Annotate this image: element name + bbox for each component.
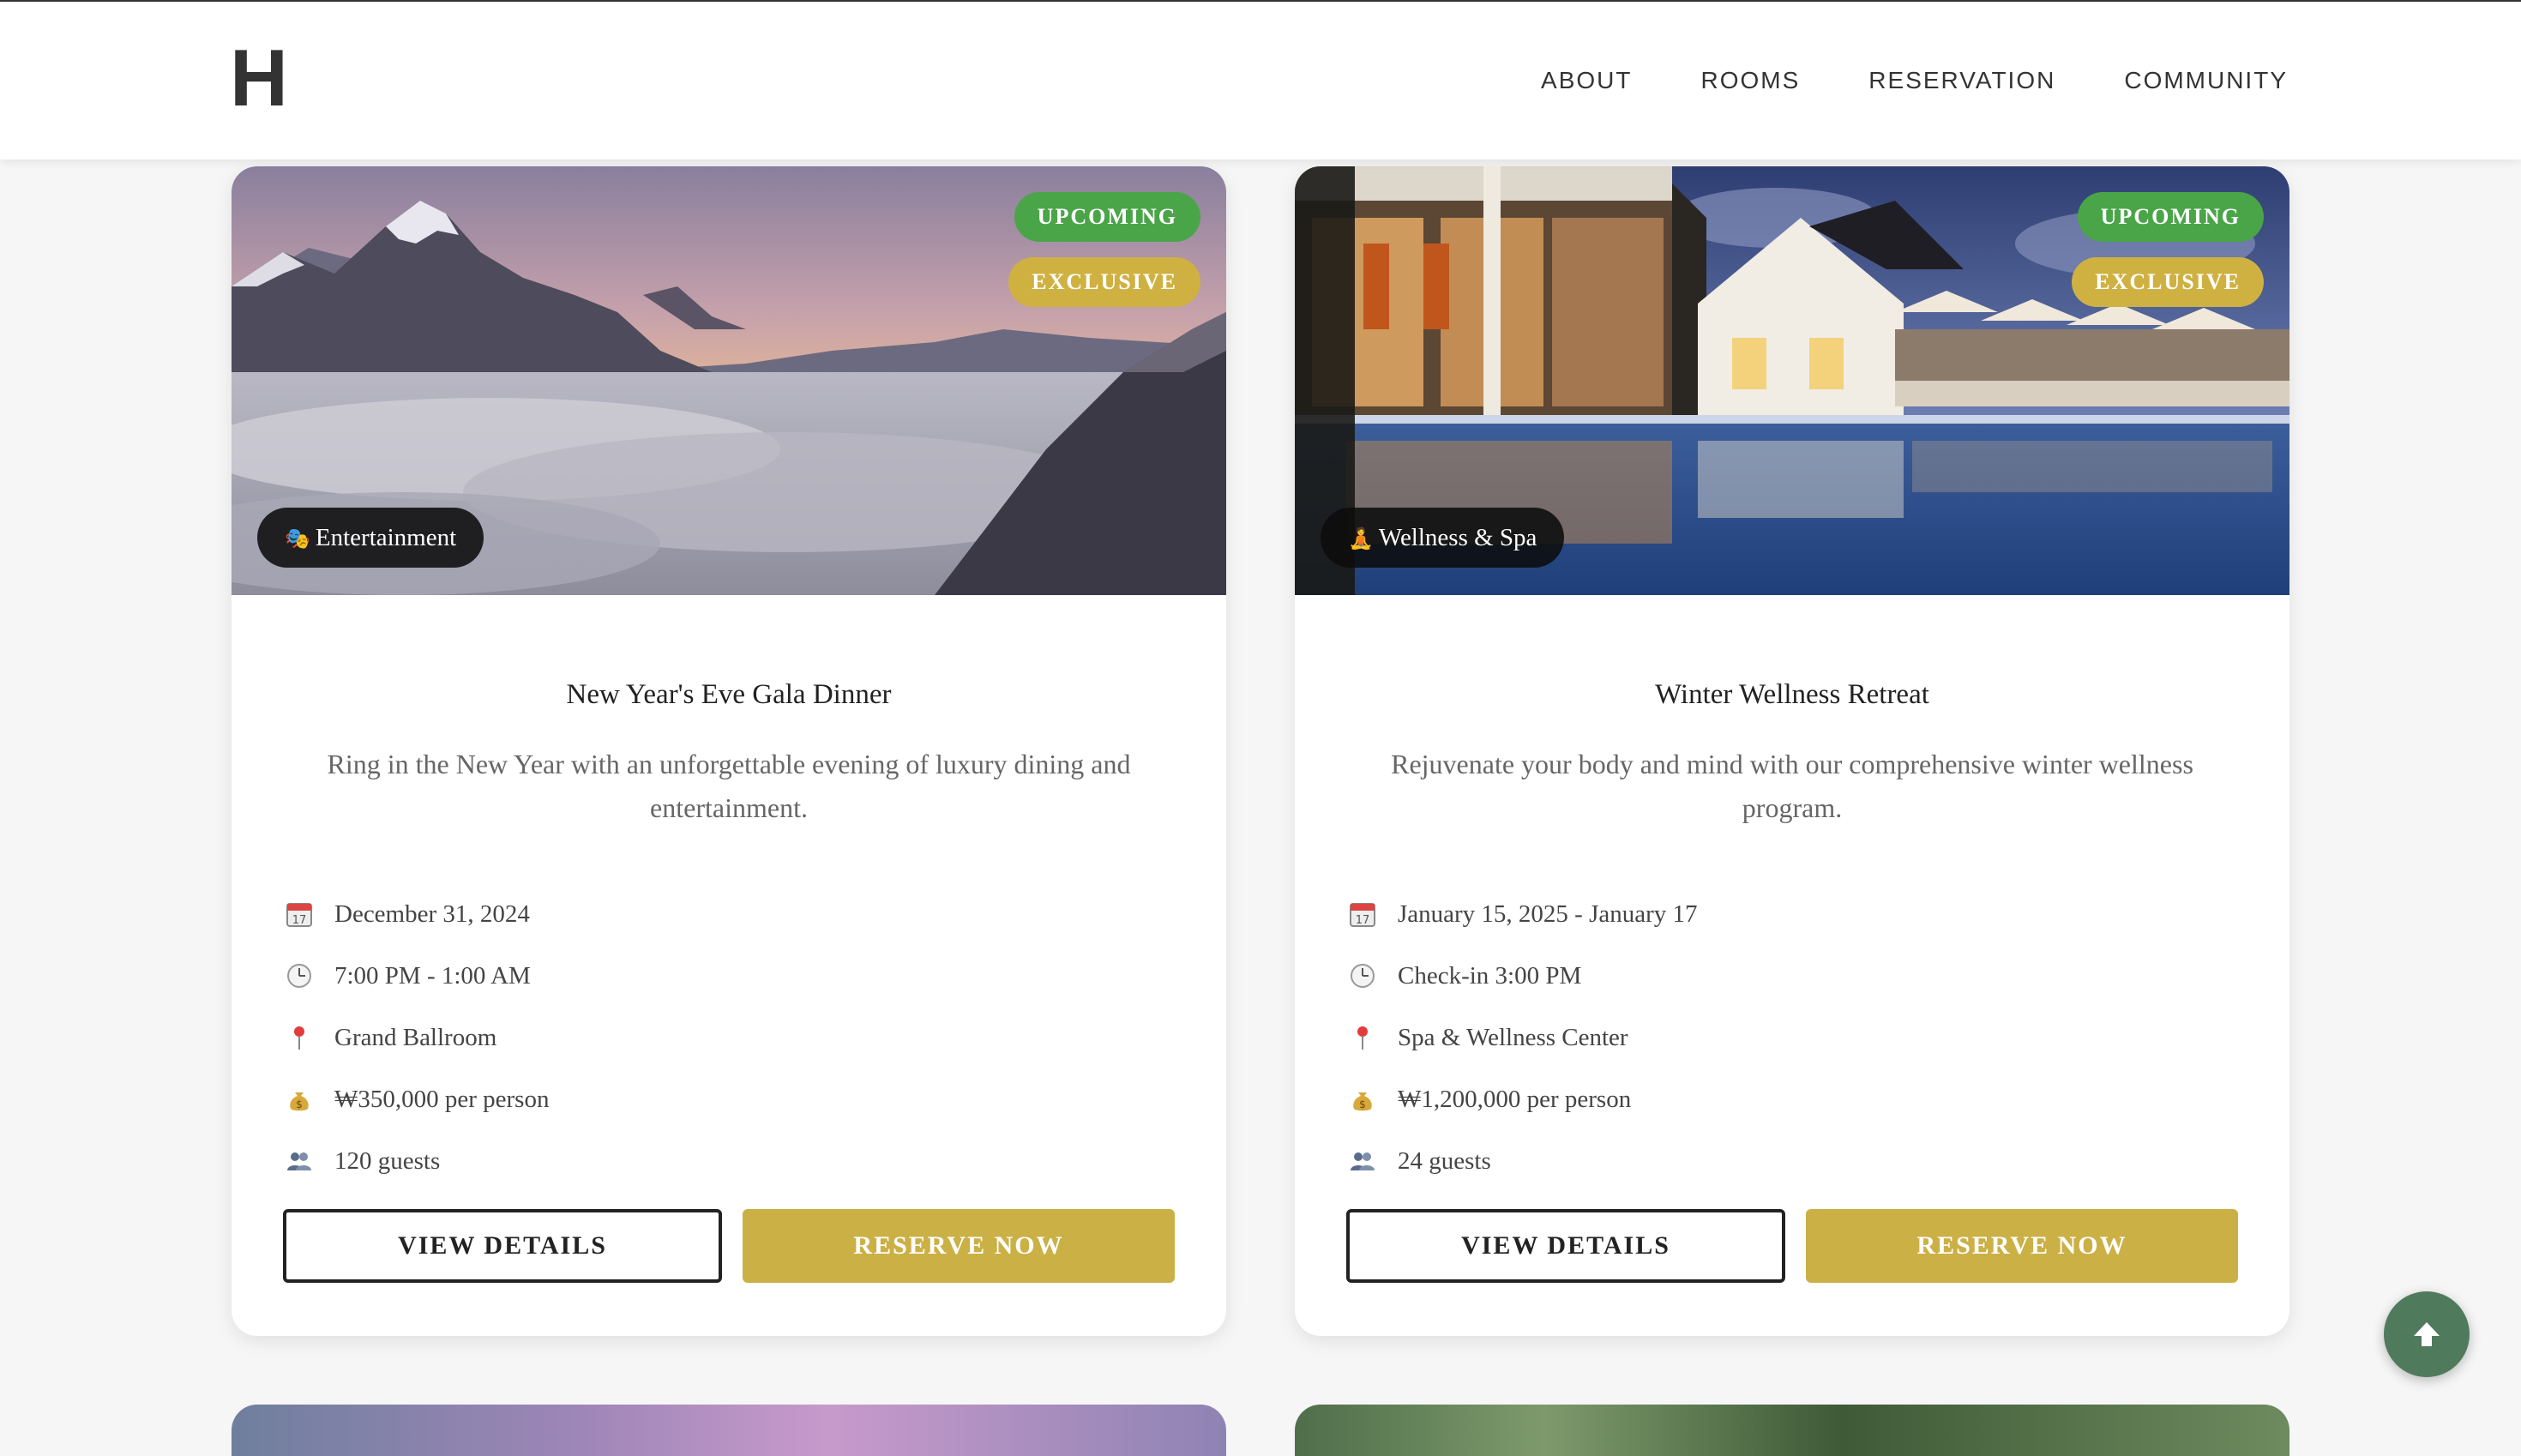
category-label: Entertainment [315, 524, 457, 551]
nav-community[interactable]: COMMUNITY [2124, 67, 2288, 94]
upcoming-badge: UPCOMING [2077, 192, 2264, 242]
event-location: Spa & Wellness Center [1348, 1020, 1628, 1055]
money-bag-icon: $ [1348, 1085, 1377, 1114]
map-pin-icon [285, 1023, 314, 1052]
logo[interactable]: H [230, 38, 288, 118]
category-tag: 🧘 Wellness & Spa [1321, 508, 1565, 568]
nav-reservation[interactable]: RESERVATION [1868, 67, 2055, 94]
upcoming-badge: UPCOMING [1014, 192, 1200, 242]
event-image[interactable]: UPCOMING EXCLUSIVE 🧘 Wellness & Spa [1295, 166, 2289, 595]
event-card: UPCOMING EXCLUSIVE 🎭 Entertainment New Ye… [232, 166, 1226, 1336]
svg-text:17: 17 [1356, 914, 1370, 927]
svg-text:$: $ [296, 1098, 303, 1110]
event-capacity: 120 guests [285, 1144, 440, 1178]
map-pin-icon [1348, 1023, 1377, 1052]
clock-icon [285, 961, 314, 990]
users-icon [1348, 1146, 1377, 1176]
event-card-next-image[interactable] [232, 1405, 1226, 1456]
category-tag: 🎭 Entertainment [257, 508, 484, 568]
exclusive-badge: EXCLUSIVE [2072, 257, 2264, 307]
event-description: Rejuvenate your body and mind with our c… [1391, 749, 2193, 823]
meditation-icon: 🧘 [1348, 526, 1374, 551]
category-label: Wellness & Spa [1378, 524, 1537, 551]
calendar-icon: 17 [285, 899, 314, 929]
view-details-button[interactable]: VIEW DETAILS [1346, 1209, 1785, 1283]
event-time: 7:00 PM - 1:00 AM [285, 959, 531, 993]
money-bag-icon: $ [285, 1085, 314, 1114]
event-price: $ ₩350,000 per person [285, 1082, 549, 1116]
calendar-icon: 17 [1348, 899, 1377, 929]
clock-icon [1348, 961, 1377, 990]
event-image[interactable]: UPCOMING EXCLUSIVE 🎭 Entertainment [232, 166, 1226, 595]
event-title: New Year's Eve Gala Dinner [566, 679, 892, 710]
event-card: UPCOMING EXCLUSIVE 🧘 Wellness & Spa Winte… [1295, 166, 2289, 1336]
view-details-button[interactable]: VIEW DETAILS [283, 1209, 722, 1283]
event-location: Grand Ballroom [285, 1020, 496, 1055]
event-date: 17 December 31, 2024 [285, 897, 530, 931]
event-date: 17 January 15, 2025 - January 17 [1348, 897, 1698, 931]
event-card-next-image[interactable] [1295, 1405, 2289, 1456]
scroll-to-top-button[interactable] [2384, 1291, 2470, 1377]
main-nav: ABOUT ROOMS RESERVATION COMMUNITY [1541, 67, 2288, 94]
svg-text:$: $ [1359, 1098, 1366, 1110]
event-description: Ring in the New Year with an unforgettab… [327, 749, 1131, 823]
nav-about[interactable]: ABOUT [1541, 67, 1632, 94]
reserve-now-button[interactable]: RESERVE NOW [1806, 1209, 2238, 1283]
exclusive-badge: EXCLUSIVE [1008, 257, 1200, 307]
site-header: H ABOUT ROOMS RESERVATION COMMUNITY [0, 0, 2521, 159]
event-price: $ ₩1,200,000 per person [1348, 1082, 1631, 1116]
theater-masks-icon: 🎭 [285, 526, 310, 551]
event-title: Winter Wellness Retreat [1655, 679, 1929, 710]
event-capacity: 24 guests [1348, 1144, 1491, 1178]
nav-rooms[interactable]: ROOMS [1701, 67, 1801, 94]
users-icon [285, 1146, 314, 1176]
reserve-now-button[interactable]: RESERVE NOW [743, 1209, 1175, 1283]
svg-text:17: 17 [292, 914, 307, 927]
event-time: Check-in 3:00 PM [1348, 959, 1581, 993]
arrow-up-icon [2414, 1322, 2440, 1346]
